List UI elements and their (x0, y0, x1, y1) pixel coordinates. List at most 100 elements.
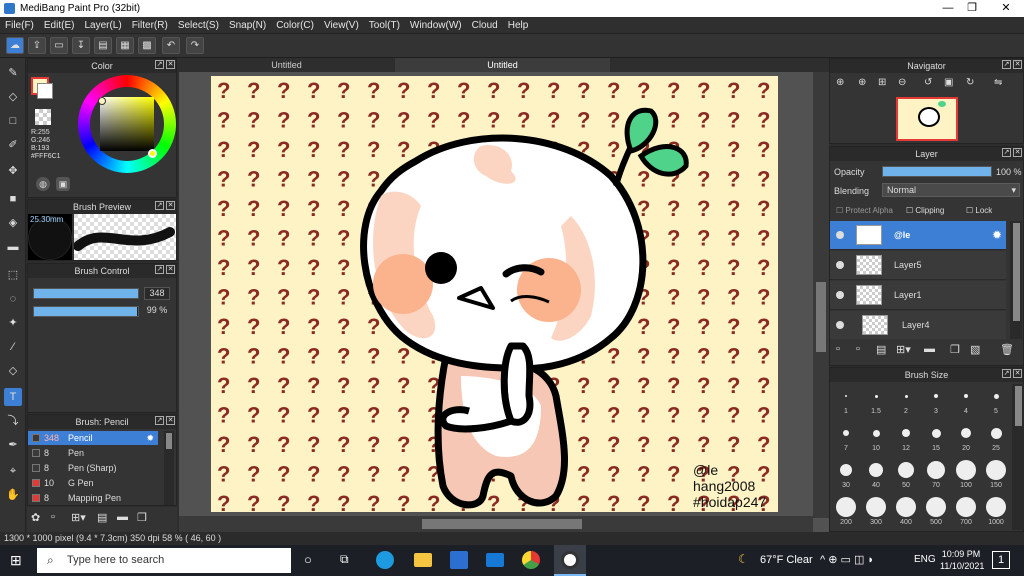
delete-layer-icon[interactable]: 🗑 (1000, 343, 1014, 356)
brush-size-cell[interactable]: 1000 (981, 495, 1011, 526)
duplicate-layer-icon[interactable]: ▤ (876, 343, 886, 356)
brush-size-cell[interactable]: 700 (951, 495, 981, 526)
add-layer-icon[interactable]: ⊞▾ (896, 343, 911, 356)
lasso-tool-icon[interactable]: ◌ (4, 290, 22, 308)
brush-size-scrollbar[interactable] (1012, 384, 1024, 530)
brush-size-cell[interactable]: 2 (891, 384, 921, 415)
brush-size-cell[interactable]: 30 (831, 458, 861, 489)
close-button[interactable]: ✕ (992, 1, 1020, 16)
redo-icon[interactable]: ↷ (186, 37, 204, 54)
fill-rect-icon[interactable]: ■ (4, 190, 22, 208)
visibility-icon[interactable] (836, 321, 844, 329)
clipping-checkbox[interactable]: ☐ Clipping (906, 206, 944, 215)
brush-list-item[interactable]: 8 Pen (28, 446, 158, 460)
brush-list-item[interactable]: 348 Pencil ✹ (28, 431, 158, 445)
menu-cloud[interactable]: Cloud (467, 17, 503, 31)
dropper-icon[interactable]: ⌖ (4, 462, 22, 480)
brush-size-value[interactable]: 348 (144, 287, 170, 300)
brush-size-cell[interactable]: 4 (951, 384, 981, 415)
task-view-icon[interactable]: ⧉ (340, 552, 356, 568)
close-panel-icon[interactable]: ✕ (166, 416, 175, 425)
merge-layer-icon[interactable]: ❐ (950, 343, 960, 356)
gradient-tool-icon[interactable]: ▬ (4, 238, 22, 256)
edge-icon[interactable] (376, 551, 394, 569)
float-icon[interactable]: ↗ (155, 60, 164, 69)
new-layer-2-icon[interactable]: ▫ (856, 343, 860, 355)
language-indicator[interactable]: ENG (914, 554, 936, 565)
background-color-swatch[interactable] (37, 83, 53, 99)
brush-size-cell[interactable]: 25 (981, 421, 1011, 452)
close-panel-icon[interactable]: ✕ (166, 265, 175, 274)
menu-layer[interactable]: Layer(L) (79, 17, 126, 31)
layer-row[interactable]: Layer5 (830, 251, 1006, 280)
layer-row[interactable]: Layer4 (830, 311, 1006, 339)
color-mode-icon[interactable]: ▣ (56, 177, 70, 191)
hue-marker[interactable] (148, 149, 157, 158)
brush-props-icon[interactable]: ▤ (97, 511, 113, 527)
select-pen-icon[interactable]: ⁄ (4, 338, 22, 356)
mail-icon[interactable] (486, 553, 504, 567)
windows-start-icon[interactable]: ⊞ (10, 553, 24, 567)
close-panel-icon[interactable]: ✕ (1013, 148, 1022, 157)
flip-icon[interactable]: ⇋ (994, 77, 1002, 88)
select-rect-icon[interactable]: ⬚ (4, 266, 22, 284)
menu-color[interactable]: Color(C) (271, 17, 319, 31)
layer-folder-icon[interactable]: ▬ (924, 343, 935, 355)
zoom-out-icon[interactable]: ⊖ (898, 77, 906, 88)
tiles-icon[interactable]: ▩ (138, 37, 156, 54)
eraser-tool-icon[interactable]: ◇ (4, 88, 22, 106)
taskbar-search[interactable]: ⌕ Type here to search (37, 548, 291, 573)
gear-icon[interactable]: ✹ (992, 221, 1002, 250)
brush-size-cell[interactable]: 50 (891, 458, 921, 489)
copy-brush-icon[interactable]: ❐ (137, 511, 153, 527)
cloud-icon[interactable]: ☁ (6, 37, 24, 54)
copy-layer-icon[interactable]: ▧ (970, 343, 980, 356)
share-icon[interactable]: ⇪ (28, 37, 46, 54)
gear-icon[interactable]: ✹ (146, 431, 154, 445)
rotate-right-icon[interactable]: ↻ (966, 77, 974, 88)
layer-row[interactable]: Layer1 (830, 281, 1006, 310)
float-icon[interactable]: ↗ (1002, 369, 1011, 378)
close-panel-icon[interactable]: ✕ (166, 60, 175, 69)
brush-size-cell[interactable]: 400 (891, 495, 921, 526)
brush-size-cell[interactable]: 300 (861, 495, 891, 526)
visibility-icon[interactable] (836, 231, 844, 239)
hand-tool-icon[interactable]: ✋ (4, 486, 22, 504)
blending-select[interactable]: Normal ▾ (882, 183, 1020, 197)
eyedropper-icon[interactable]: ✒ (4, 436, 22, 454)
reset-view-icon[interactable]: ▣ (944, 77, 953, 88)
bucket-tool-icon[interactable]: ◈ (4, 214, 22, 232)
new-layer-icon[interactable]: ▫ (836, 343, 840, 355)
drawing-canvas[interactable]: ????????????????????????????????????????… (211, 76, 778, 512)
tab-untitled-1[interactable]: Untitled (179, 58, 394, 72)
brush-list-item[interactable]: 10 G Pen (28, 476, 158, 490)
select-eraser-icon[interactable]: ◇ (4, 362, 22, 380)
brush-tool-icon[interactable]: ✎ (4, 64, 22, 82)
zoom-in-icon[interactable]: ⊕ (836, 77, 844, 88)
lock-checkbox[interactable]: ☐ Lock (966, 206, 992, 215)
file-explorer-icon[interactable] (414, 553, 432, 567)
comment-icon[interactable]: ▭ (50, 37, 68, 54)
brush-folder-icon[interactable]: ▬ (117, 511, 133, 527)
protect-alpha-checkbox[interactable]: ☐ Protect Alpha (836, 206, 893, 215)
close-panel-icon[interactable]: ✕ (166, 201, 175, 210)
chrome-icon[interactable] (522, 551, 540, 569)
brush-size-cell[interactable]: 7 (831, 421, 861, 452)
brush-size-cell[interactable]: 200 (831, 495, 861, 526)
fit-icon[interactable]: ⊞ (878, 77, 886, 88)
menu-help[interactable]: Help (503, 17, 534, 31)
menu-tool[interactable]: Tool(T) (364, 17, 405, 31)
menu-snap[interactable]: Snap(N) (224, 17, 271, 31)
cortana-icon[interactable]: ○ (304, 552, 320, 568)
saturation-square[interactable] (100, 97, 154, 151)
brush-size-cell[interactable]: 150 (981, 458, 1011, 489)
new-brush-icon[interactable]: ▫ (51, 511, 67, 527)
brush-size-cell[interactable]: 1.5 (861, 384, 891, 415)
maximize-button[interactable]: ❐ (958, 1, 986, 16)
brush-size-cell[interactable]: 40 (861, 458, 891, 489)
layer-list-scrollbar[interactable] (1010, 221, 1022, 339)
brush-size-slider[interactable] (33, 288, 139, 299)
layer-opacity-slider[interactable] (882, 166, 992, 177)
zoom-in-2-icon[interactable]: ⊕ (858, 77, 866, 88)
float-icon[interactable]: ↗ (155, 416, 164, 425)
